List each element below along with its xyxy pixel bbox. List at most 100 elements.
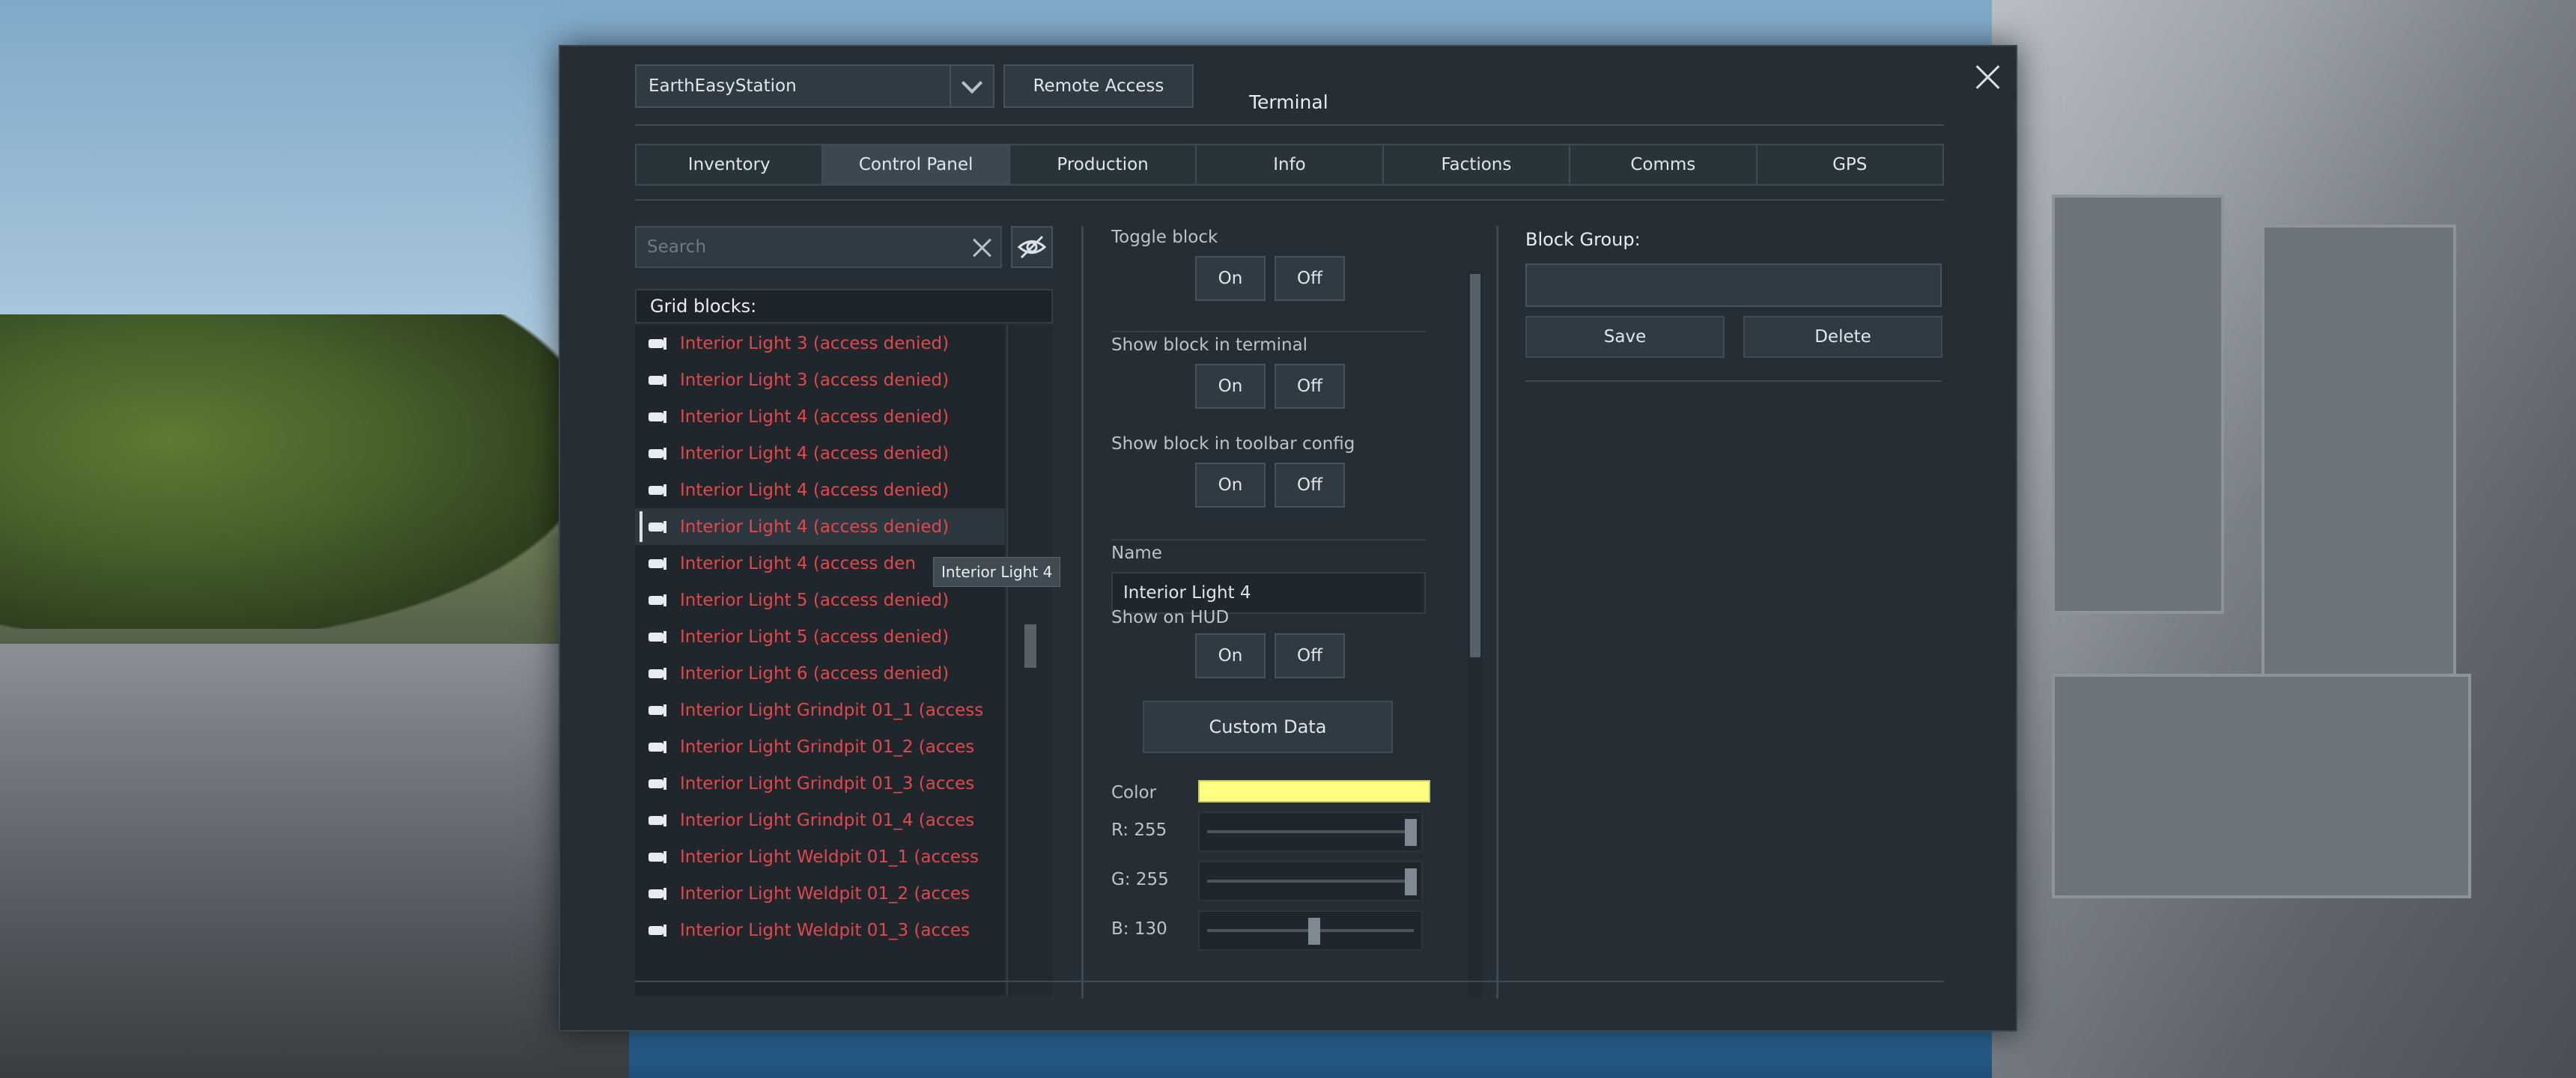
tab-info[interactable]: Info [1197, 145, 1384, 184]
red-slider[interactable] [1198, 811, 1423, 852]
list-item-label: Interior Light 5 (access denied) [680, 627, 950, 647]
divider [635, 124, 1944, 126]
blue-slider[interactable] [1198, 910, 1423, 951]
chevron-down-icon[interactable] [950, 66, 993, 106]
grid-selector-value: EarthEasyStation [648, 76, 797, 96]
list-item-label: Interior Light Grindpit 01_3 (acces [680, 773, 975, 794]
list-item[interactable]: Interior Light 4 (access denied) [635, 435, 1005, 472]
light-icon [648, 374, 668, 386]
tooltip: Interior Light 4 [933, 557, 1061, 587]
show-on-hud-on-button[interactable]: On [1195, 633, 1266, 678]
tab-inventory[interactable]: Inventory [637, 145, 824, 184]
clear-search-icon[interactable] [963, 228, 1000, 266]
toggle-block-label: Toggle block [1111, 228, 1218, 247]
close-icon[interactable] [1969, 58, 2007, 96]
list-item[interactable]: Interior Light Grindpit 01_2 (acces [635, 728, 1005, 765]
list-item-label: Interior Light 4 (access denied) [680, 517, 950, 537]
green-slider[interactable] [1198, 861, 1423, 901]
hide-blocks-button[interactable] [1011, 226, 1053, 268]
list-item-label: Interior Light 3 (access denied) [680, 333, 950, 353]
toggle-block-on-button[interactable]: On [1195, 256, 1266, 301]
blue-slider-handle[interactable] [1307, 918, 1320, 945]
green-slider-handle[interactable] [1405, 868, 1417, 895]
list-item[interactable]: Interior Light 4 (access denied) [635, 472, 1005, 508]
show-on-hud-label: Show on HUD [1111, 608, 1230, 627]
light-icon [648, 557, 668, 570]
list-item[interactable]: Interior Light 3 (access denied) [635, 362, 1005, 398]
list-item-label: Interior Light 5 (access denied) [680, 590, 950, 610]
scrollbar-thumb[interactable] [1024, 624, 1036, 668]
background-structure [1992, 0, 2576, 1078]
list-item[interactable]: Interior Light Grindpit 01_3 (acces [635, 765, 1005, 802]
list-item-label: Interior Light Weldpit 01_1 (access [680, 847, 979, 867]
slider-line [1207, 880, 1414, 883]
name-label: Name [1111, 543, 1162, 563]
list-item[interactable]: Interior Light 4 (access denied) [635, 508, 1005, 545]
show-in-terminal-on-button[interactable]: On [1195, 364, 1266, 409]
list-item[interactable]: Interior Light Grindpit 01_4 (acces [635, 802, 1005, 838]
list-item-label: Interior Light Weldpit 01_3 (acces [680, 920, 970, 940]
toggle-block-off-button[interactable]: Off [1275, 256, 1345, 301]
block-list-scrollbar[interactable] [1006, 325, 1053, 996]
show-in-terminal-off-button[interactable]: Off [1275, 364, 1345, 409]
search-box [635, 226, 1002, 268]
window-title: Terminal [1249, 91, 1328, 113]
save-button[interactable]: Save [1525, 316, 1725, 358]
block-group-field[interactable] [1525, 264, 1942, 307]
grid-selector[interactable]: EarthEasyStation [635, 64, 994, 108]
list-item[interactable]: Interior Light Grindpit 01_1 (access [635, 692, 1005, 728]
light-icon [648, 887, 668, 900]
list-item[interactable]: Interior Light Weldpit 01_3 (acces [635, 912, 1005, 948]
grid-blocks-header: Grid blocks: [635, 289, 1053, 323]
list-item-label: Interior Light Grindpit 01_2 (acces [680, 737, 975, 757]
red-slider-label: R: 255 [1111, 820, 1167, 840]
scrollbar-thumb[interactable] [1470, 274, 1480, 657]
divider [635, 981, 1944, 982]
light-icon [648, 520, 668, 533]
list-item-label: Interior Light 6 (access denied) [680, 663, 950, 683]
list-item[interactable]: Interior Light 5 (access denied) [635, 582, 1005, 618]
light-icon [648, 594, 668, 606]
custom-data-button[interactable]: Custom Data [1143, 701, 1393, 753]
tab-comms[interactable]: Comms [1570, 145, 1758, 184]
slider-line [1207, 830, 1414, 833]
remote-access-button[interactable]: Remote Access [1003, 64, 1194, 108]
tab-control-panel[interactable]: Control Panel [823, 145, 1010, 184]
list-item-label: Interior Light 4 (access den [680, 553, 916, 573]
blue-slider-label: B: 130 [1111, 919, 1167, 939]
list-item[interactable]: Interior Light Weldpit 01_1 (access [635, 838, 1005, 875]
divider [1111, 331, 1426, 332]
light-icon [648, 667, 668, 680]
red-slider-handle[interactable] [1405, 819, 1417, 846]
light-icon [648, 740, 668, 753]
block-panel-scrollbar[interactable] [1468, 271, 1483, 999]
list-item[interactable]: Interior Light 3 (access denied) [635, 325, 1005, 362]
light-icon [648, 337, 668, 350]
show-in-toolbar-off-button[interactable]: Off [1275, 463, 1345, 508]
light-icon [648, 850, 668, 863]
block-list: Interior Light 3 (access denied) Interior… [635, 325, 1005, 996]
light-icon [648, 630, 668, 643]
list-item-label: Interior Light 4 (access denied) [680, 480, 950, 500]
list-item-label: Interior Light Grindpit 01_4 (acces [680, 810, 975, 830]
light-icon [648, 704, 668, 716]
list-item[interactable]: Interior Light 4 (access denied) [635, 398, 1005, 435]
eye-slash-icon [1017, 235, 1047, 259]
structure-panel [2052, 195, 2224, 614]
tab-production[interactable]: Production [1009, 145, 1197, 184]
show-in-toolbar-label: Show block in toolbar config [1111, 434, 1355, 454]
light-icon [648, 447, 668, 460]
terminal-window: EarthEasyStation Remote Access Terminal … [559, 45, 2017, 1032]
list-item[interactable]: Interior Light Weldpit 01_2 (acces [635, 875, 1005, 912]
color-label: Color [1111, 783, 1157, 803]
show-in-toolbar-on-button[interactable]: On [1195, 463, 1266, 508]
tab-factions[interactable]: Factions [1383, 145, 1571, 184]
show-on-hud-off-button[interactable]: Off [1275, 633, 1345, 678]
delete-button[interactable]: Delete [1743, 316, 1942, 358]
search-input[interactable] [637, 228, 963, 267]
tab-bar: Inventory Control Panel Production Info … [635, 144, 1944, 186]
list-item[interactable]: Interior Light 5 (access denied) [635, 618, 1005, 655]
list-item[interactable]: Interior Light 6 (access denied) [635, 655, 1005, 692]
tab-gps[interactable]: GPS [1757, 145, 1942, 184]
list-item-label: Interior Light Grindpit 01_1 (access [680, 700, 984, 720]
